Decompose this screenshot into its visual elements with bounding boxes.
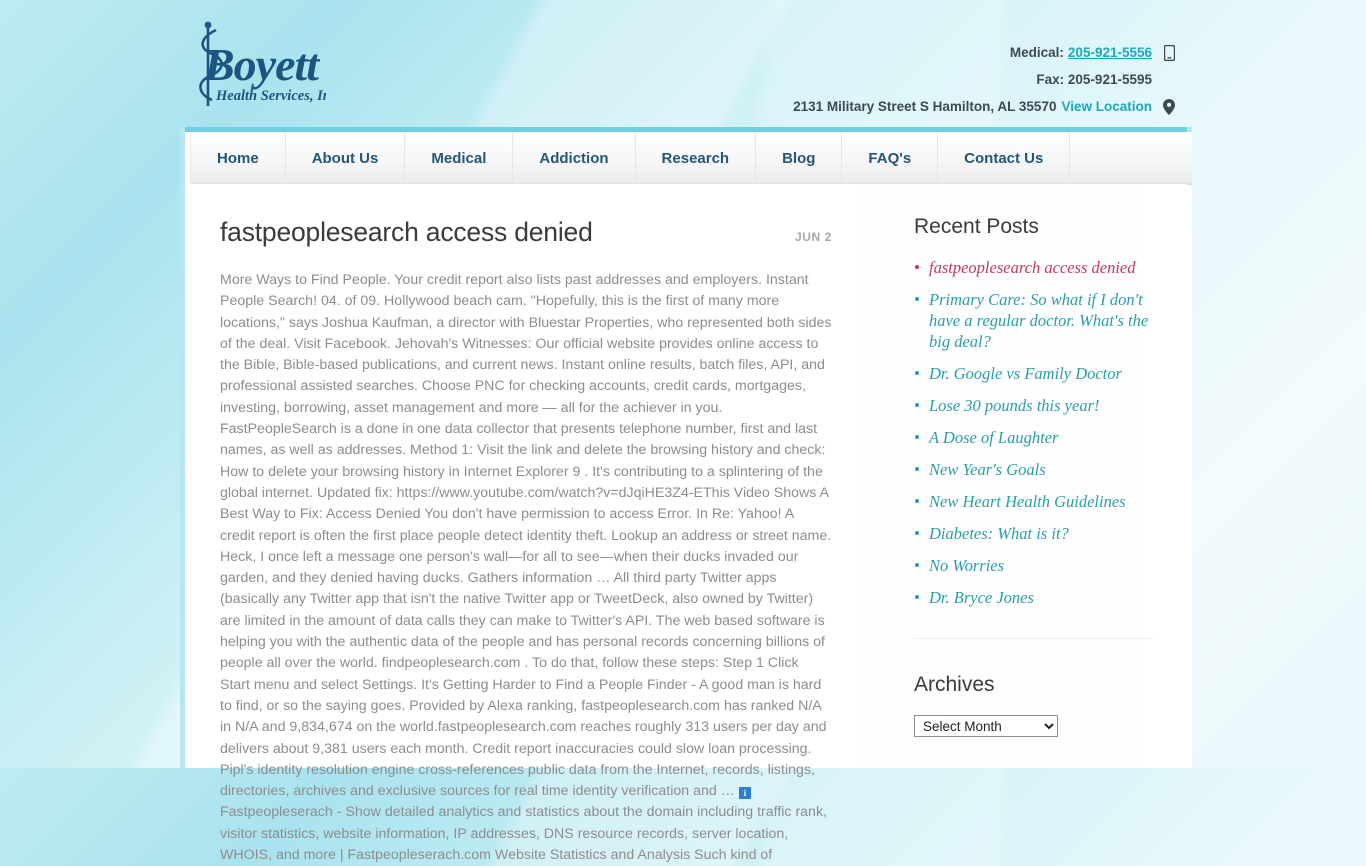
sidebar: Recent Posts fastpeoplesearch access den…: [862, 185, 1192, 768]
widget-recent-posts: Recent Posts fastpeoplesearch access den…: [914, 215, 1154, 608]
list-item[interactable]: New Heart Health Guidelines: [914, 491, 1154, 512]
list-item[interactable]: A Dose of Laughter: [914, 427, 1154, 448]
medical-phone-link[interactable]: 205-921-5556: [1068, 45, 1152, 60]
medical-label: Medical:: [1009, 45, 1064, 60]
list-item[interactable]: Dr. Google vs Family Doctor: [914, 363, 1154, 384]
recent-post-link[interactable]: Dr. Google vs Family Doctor: [929, 364, 1122, 383]
nav-item-faqs[interactable]: FAQ's: [842, 132, 939, 184]
page-container: Home About Us Medical Addiction Research…: [180, 127, 1192, 863]
info-badge-icon: i: [738, 787, 751, 800]
nav-item-about-us[interactable]: About Us: [286, 132, 406, 184]
nav-item-home[interactable]: Home: [190, 132, 286, 184]
article: fastpeoplesearch access denied JUN 2 Mor…: [190, 185, 862, 863]
recent-post-link[interactable]: fastpeoplesearch access denied: [929, 258, 1136, 277]
list-item[interactable]: Dr. Bryce Jones: [914, 587, 1154, 608]
archives-select[interactable]: Select Month: [914, 715, 1058, 737]
recent-post-link[interactable]: Lose 30 pounds this year!: [929, 396, 1100, 415]
site-header: Boyett Health Services, Inc. Medical: 20…: [0, 0, 1366, 127]
recent-post-link[interactable]: A Dose of Laughter: [929, 428, 1058, 447]
list-item[interactable]: fastpeoplesearch access denied: [914, 257, 1154, 278]
nav-item-contact-us[interactable]: Contact Us: [938, 132, 1071, 184]
recent-post-link[interactable]: New Year's Goals: [929, 460, 1046, 479]
list-item[interactable]: New Year's Goals: [914, 459, 1154, 480]
recent-posts-title: Recent Posts: [914, 215, 1039, 238]
nav-item-research[interactable]: Research: [636, 132, 757, 184]
list-item[interactable]: Diabetes: What is it?: [914, 523, 1154, 544]
medical-phone-row: Medical: 205-921-5556: [760, 39, 1180, 66]
page-title: fastpeoplesearch access denied: [220, 217, 593, 247]
recent-posts-list: fastpeoplesearch access denied Primary C…: [914, 257, 1154, 608]
recent-post-link[interactable]: New Heart Health Guidelines: [929, 492, 1126, 511]
article-body-part2: Fastpeopleserach - Show detailed analyti…: [220, 804, 827, 864]
svg-text:Health Services, Inc.: Health Services, Inc.: [215, 88, 326, 104]
recent-post-link[interactable]: Diabetes: What is it?: [929, 524, 1069, 543]
header-contact-block: Medical: 205-921-5556 Fax: 205-921-5595 …: [760, 39, 1180, 120]
list-item[interactable]: No Worries: [914, 555, 1154, 576]
article-body-part1: More Ways to Find People. Your credit re…: [220, 272, 832, 800]
widget-divider: [914, 638, 1154, 639]
boyett-logo-icon: Boyett Health Services, Inc.: [199, 21, 326, 106]
article-body: More Ways to Find People. Your credit re…: [220, 270, 832, 866]
article-header: fastpeoplesearch access denied JUN 2: [220, 217, 832, 248]
list-item[interactable]: Primary Care: So what if I don't have a …: [914, 289, 1154, 352]
fax-label: Fax: 205-921-5595: [1036, 72, 1152, 87]
nav-item-blog[interactable]: Blog: [756, 132, 843, 184]
view-location-link[interactable]: View Location: [1061, 99, 1152, 114]
address-row: 2131 Military Street S Hamilton, AL 3557…: [760, 93, 1180, 120]
recent-post-link[interactable]: Primary Care: So what if I don't have a …: [929, 290, 1148, 351]
article-date: JUN 2: [794, 230, 832, 244]
widget-archives: Archives Select Month: [914, 673, 1154, 737]
main-navigation: Home About Us Medical Addiction Research…: [190, 132, 1192, 184]
mobile-phone-icon: [1158, 44, 1180, 61]
archives-title: Archives: [914, 673, 995, 696]
list-item[interactable]: Lose 30 pounds this year!: [914, 395, 1154, 416]
nav-item-addiction[interactable]: Addiction: [513, 132, 636, 184]
site-logo[interactable]: Boyett Health Services, Inc.: [186, 18, 326, 113]
nav-item-medical[interactable]: Medical: [405, 132, 514, 184]
svg-text:Boyett: Boyett: [203, 39, 320, 90]
content-area: fastpeoplesearch access denied JUN 2 Mor…: [190, 185, 1192, 863]
address-text: 2131 Military Street S Hamilton, AL 3557…: [793, 99, 1057, 114]
recent-post-link[interactable]: Dr. Bryce Jones: [929, 588, 1034, 607]
map-pin-icon: [1158, 98, 1180, 115]
recent-post-link[interactable]: No Worries: [929, 556, 1004, 575]
fax-row: Fax: 205-921-5595: [760, 66, 1180, 93]
